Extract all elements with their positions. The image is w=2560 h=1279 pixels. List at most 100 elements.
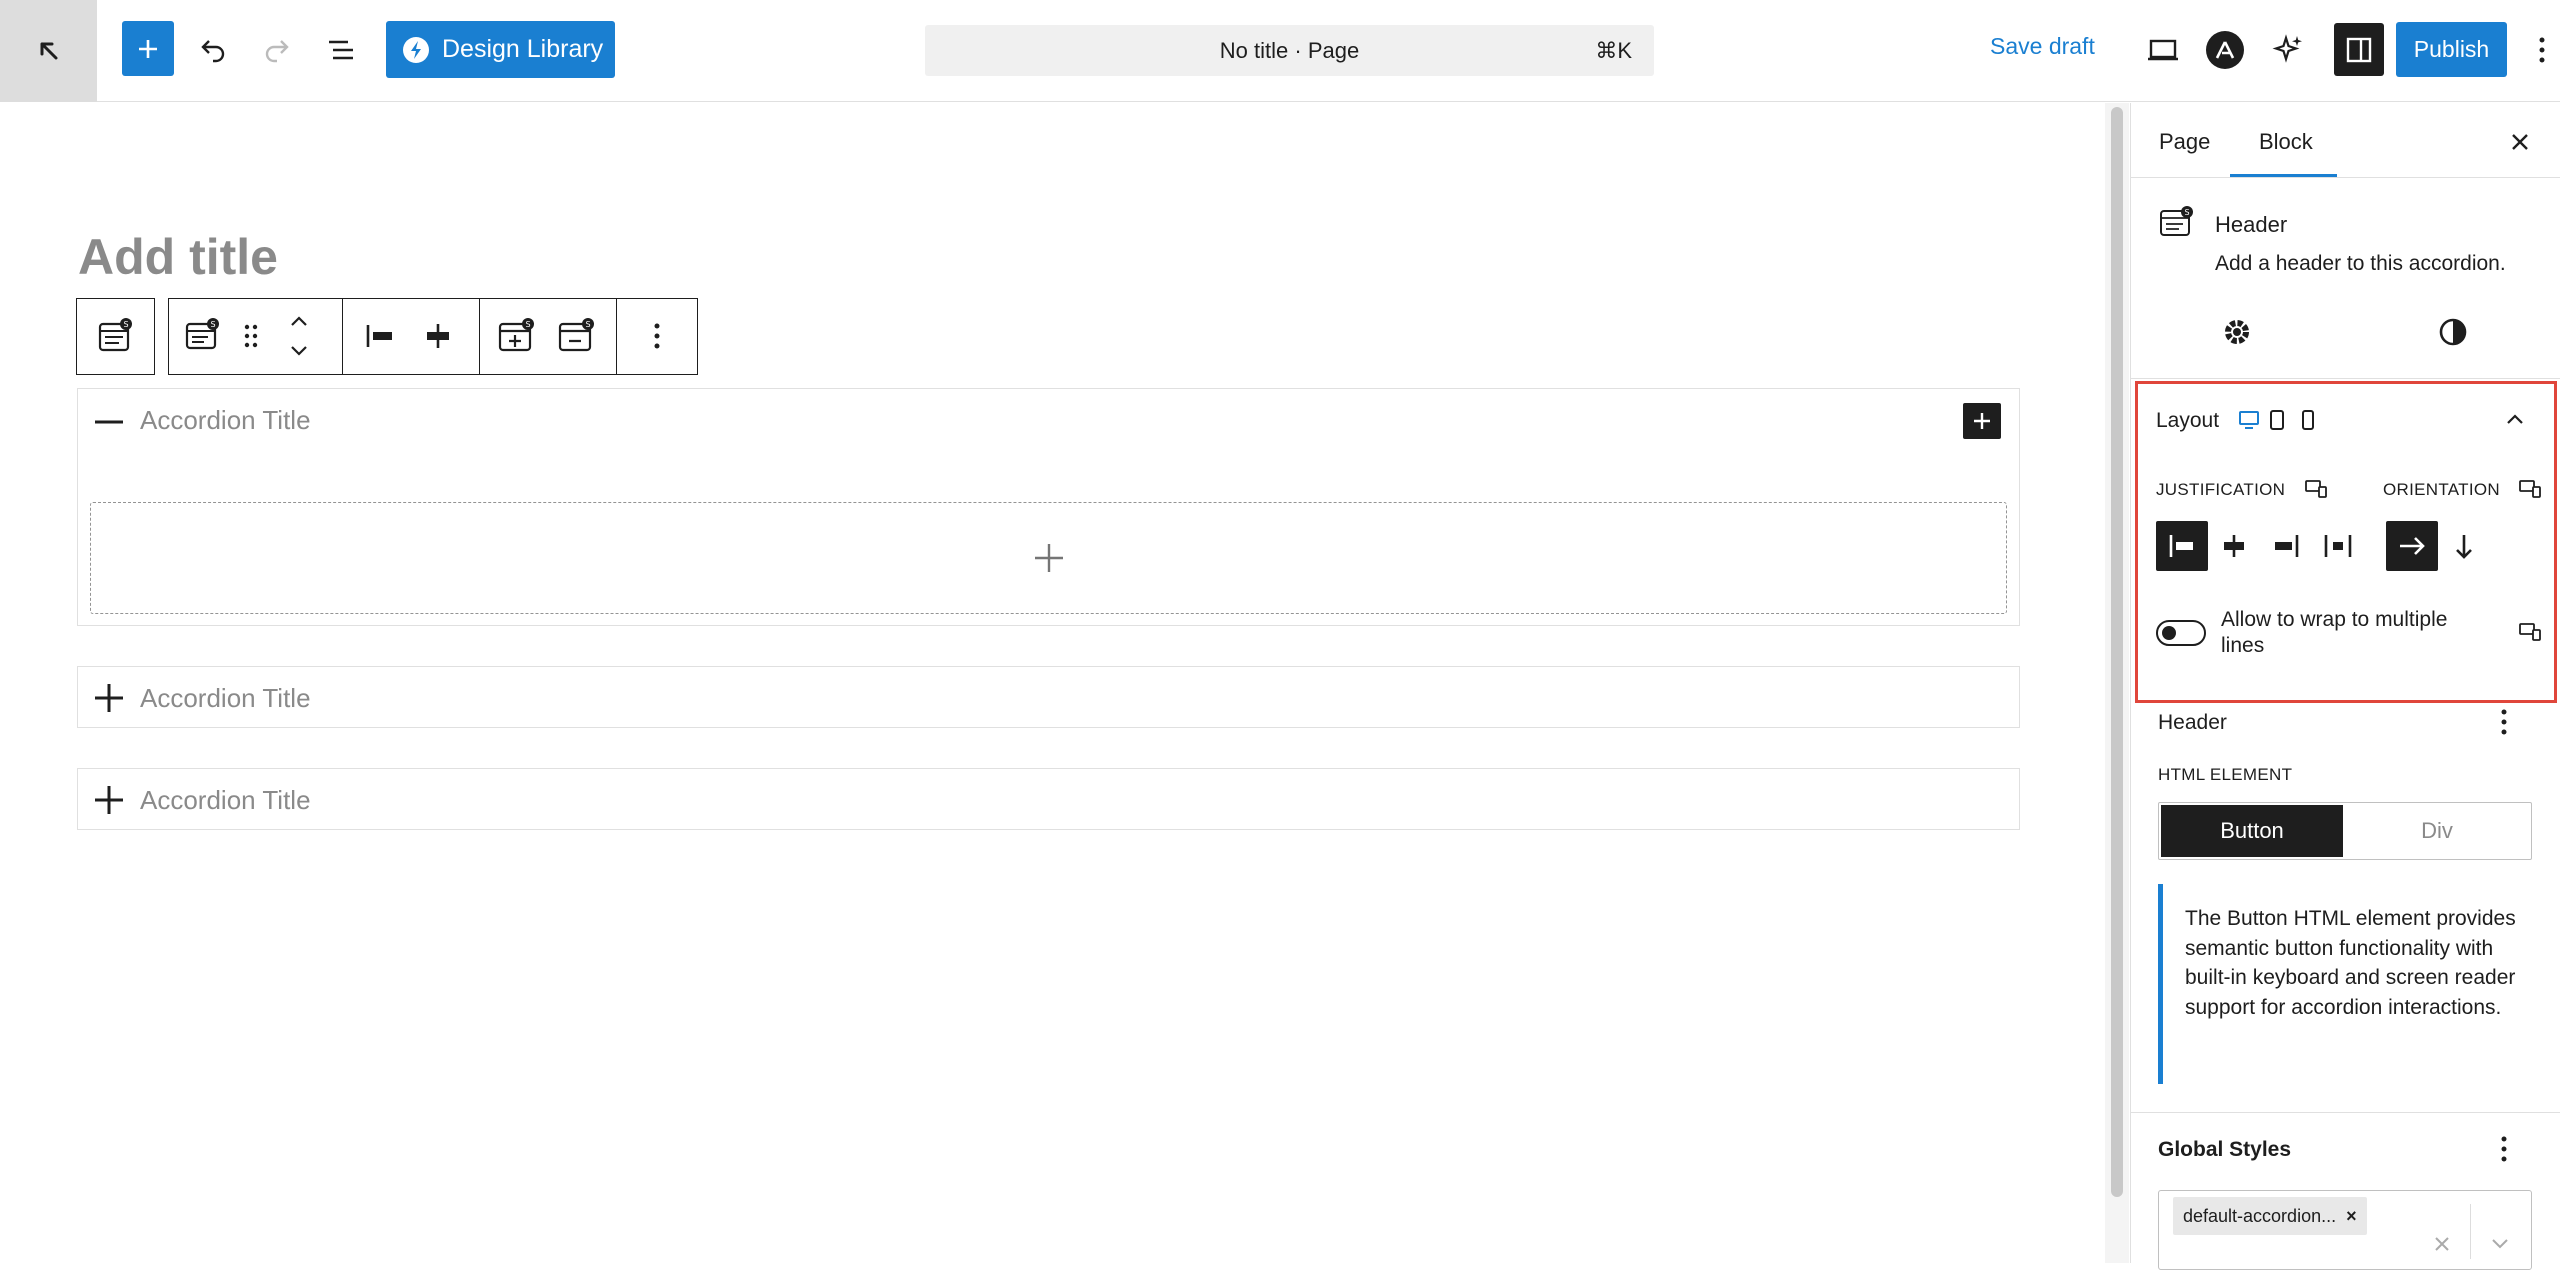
redo-button[interactable] [254, 25, 300, 75]
save-draft-button[interactable]: Save draft [1990, 33, 2095, 60]
preview-button[interactable] [2140, 27, 2186, 73]
options-menu-button[interactable] [2528, 27, 2556, 73]
drag-handle-icon [244, 324, 258, 348]
design-library-button[interactable]: Design Library [386, 21, 615, 78]
minus-icon [95, 420, 123, 424]
sidebar-divider [2130, 378, 2560, 379]
accordion-item[interactable]: Accordion Title [77, 768, 2020, 830]
add-item-button[interactable]: S [490, 299, 542, 373]
canvas-scrollbar-thumb[interactable] [2111, 107, 2123, 1197]
header-panel-title[interactable]: Header [2158, 711, 2227, 735]
global-styles-options-button[interactable] [2500, 1135, 2508, 1163]
contrast-icon [2439, 318, 2467, 346]
dropdown-toggle[interactable] [2488, 1236, 2512, 1252]
remove-item-button[interactable]: S [550, 299, 602, 373]
collapse-toggle[interactable] [92, 407, 126, 437]
document-overview-button[interactable] [318, 25, 364, 75]
command-palette-bar[interactable]: No title · Page ⌘K [925, 25, 1654, 76]
justify-right-option[interactable] [2260, 521, 2312, 571]
header-block-icon: S [185, 318, 219, 350]
expand-toggle[interactable] [92, 783, 126, 817]
document-title-text: No title · Page [1219, 37, 1360, 63]
ai-assistant-button[interactable] [2266, 27, 2312, 73]
wrap-toggle[interactable] [2156, 620, 2206, 646]
vertical-ellipsis-icon [654, 323, 659, 349]
block-type-button[interactable]: S [177, 299, 227, 373]
move-down-button[interactable] [279, 337, 319, 365]
wrap-toggle-label: Allow to wrap to multiple lines [2221, 608, 2448, 657]
plus-icon [95, 684, 123, 712]
close-sidebar-button[interactable] [2505, 127, 2535, 157]
global-styles-title[interactable]: Global Styles [2158, 1138, 2291, 1162]
mobile-breakpoint-icon[interactable] [2300, 410, 2316, 430]
remove-accordion-item-icon: S [558, 318, 594, 352]
header-panel-options-button[interactable] [2500, 708, 2508, 736]
collapse-panel-button[interactable] [2504, 410, 2526, 428]
list-view-icon [329, 40, 353, 60]
accordion-title[interactable]: Accordion Title [140, 405, 311, 436]
html-element-option-button[interactable]: Button [2161, 805, 2343, 857]
layout-panel-title[interactable]: Layout [2156, 409, 2219, 433]
sparkles-icon [2272, 34, 2302, 63]
post-title-placeholder[interactable]: Add title [78, 228, 278, 286]
chip-remove-button[interactable]: × [2346, 1206, 2357, 1227]
toggle-knob [2162, 626, 2176, 640]
html-element-option-div[interactable]: Div [2345, 805, 2529, 857]
drag-handle[interactable] [235, 299, 267, 373]
undo-button[interactable] [190, 25, 236, 75]
move-up-button[interactable] [279, 307, 319, 335]
expand-toggle[interactable] [92, 681, 126, 715]
settings-tab[interactable] [2216, 311, 2258, 353]
styles-tab[interactable] [2432, 311, 2474, 353]
tab-block[interactable]: Block [2259, 129, 2313, 155]
justify-center-button[interactable] [413, 299, 463, 373]
vertical-ellipsis-icon [2501, 709, 2507, 735]
tab-page[interactable]: Page [2159, 129, 2210, 155]
block-controls-group: S [168, 298, 343, 375]
add-block-button[interactable] [1963, 403, 2001, 439]
justify-space-between-option[interactable] [2312, 521, 2364, 571]
top-toolbar: Design Library No title · Page ⌘K Save d… [0, 0, 2560, 102]
redo-icon [265, 40, 289, 63]
back-arrow-button[interactable] [0, 0, 97, 102]
astra-settings-button[interactable] [2206, 31, 2244, 69]
accordion-block-icon: S [98, 318, 132, 352]
justify-left-option[interactable] [2156, 521, 2208, 571]
desktop-breakpoint-icon[interactable] [2238, 410, 2260, 430]
block-appender[interactable] [90, 502, 2007, 614]
close-icon [2512, 134, 2528, 150]
block-toolbar: S S S S [76, 298, 698, 375]
vertical-ellipsis-icon [2539, 37, 2545, 63]
publish-button[interactable]: Publish [2396, 22, 2507, 77]
justify-left-button[interactable] [355, 299, 405, 373]
plus-icon [95, 786, 123, 814]
responsive-toggle-icon[interactable] [2518, 622, 2542, 642]
justify-left-icon [366, 325, 392, 347]
justify-left-icon [2169, 535, 2193, 557]
justify-space-between-icon [2324, 535, 2352, 557]
orientation-vertical-option[interactable] [2438, 521, 2490, 571]
svg-text:S: S [210, 320, 215, 329]
accordion-item[interactable]: Accordion Title [77, 666, 2020, 728]
accordion-title[interactable]: Accordion Title [140, 785, 311, 816]
clear-selection-button[interactable] [2432, 1234, 2452, 1254]
stackable-logo-icon [403, 36, 429, 63]
plus-icon [139, 39, 157, 58]
responsive-toggle-icon[interactable] [2304, 479, 2328, 499]
orientation-horizontal-option[interactable] [2386, 521, 2438, 571]
responsive-toggle-icon[interactable] [2518, 479, 2542, 499]
svg-text:S: S [2184, 208, 2189, 217]
html-element-label: HTML ELEMENT [2158, 765, 2293, 784]
block-inserter-button[interactable] [122, 21, 174, 76]
settings-sidebar-toggle[interactable] [2334, 23, 2384, 76]
parent-block-button[interactable]: S [76, 298, 155, 375]
global-style-chip-label: default-accordion... [2183, 1205, 2337, 1226]
accordion-title[interactable]: Accordion Title [140, 683, 311, 714]
orientation-label: ORIENTATION [2383, 480, 2500, 499]
tablet-breakpoint-icon[interactable] [2268, 410, 2286, 430]
justify-center-option[interactable] [2208, 521, 2260, 571]
block-options-button[interactable] [616, 298, 698, 375]
chevron-down-icon [2492, 1239, 2508, 1249]
justify-right-icon [2275, 535, 2299, 557]
html-element-note: The Button HTML element provides semanti… [2158, 884, 2532, 1084]
